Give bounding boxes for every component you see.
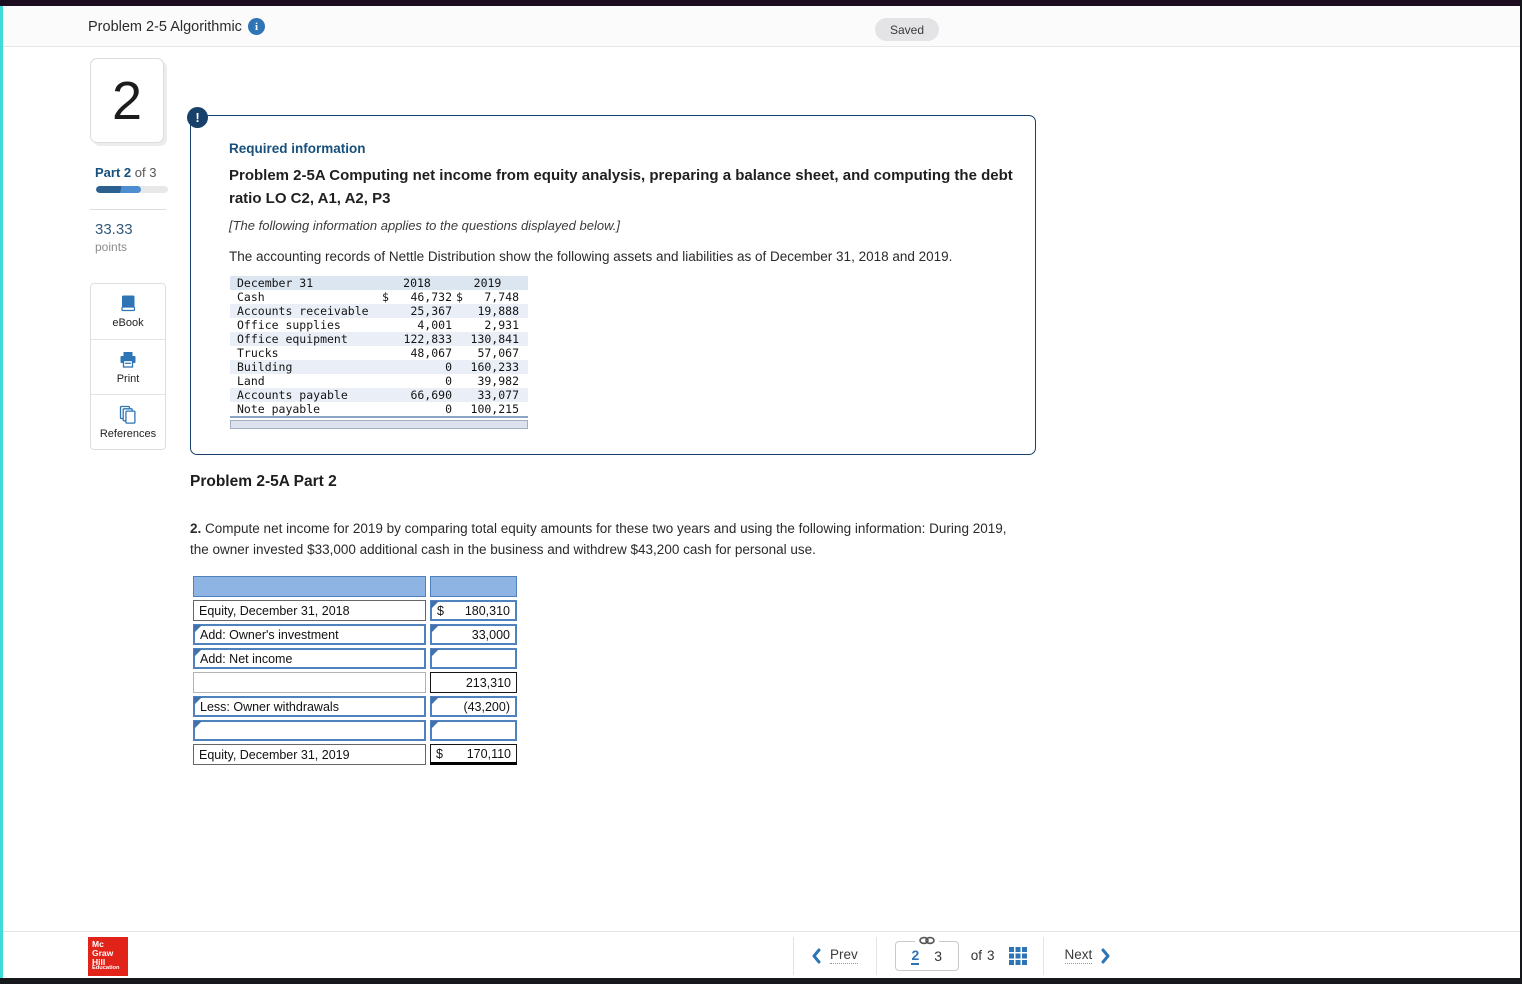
worksheet-label-cell: Equity, December 31, 2018 [193,600,426,621]
input-marker-icon [431,649,439,657]
part-section-heading: Problem 2-5A Part 2 [190,473,337,490]
pagination-nav: Prev 2 3 of 3 Next [793,932,1111,979]
left-accent-edge [0,6,3,978]
input-marker-icon [431,697,439,705]
input-marker-icon [431,601,439,609]
linked-page[interactable]: 3 [934,948,942,964]
worksheet-label-cell[interactable]: Add: Net income [193,648,426,669]
worksheet-grid: Equity, December 31, 2018 $180,310 Add: Ow… [193,576,517,765]
book-icon [118,294,138,314]
grid-view-icon[interactable] [1008,946,1027,965]
nav-divider [793,936,794,975]
worksheet-value-cell[interactable] [430,648,517,669]
worksheet-value-cell[interactable]: (43,200) [430,696,517,717]
worksheet-label-cell: Equity, December 31, 2019 [193,744,426,765]
worksheet-label-cell[interactable]: Add: Owner's investment [193,624,426,645]
worksheet-label-cell[interactable] [193,720,426,741]
points-label: points [95,240,128,254]
current-page[interactable]: 2 [911,947,920,965]
tool-label: References [99,427,157,440]
worksheet-value-cell[interactable]: 33,000 [430,624,517,645]
accounting-row: Accounts payable 66,690 33,077 [230,388,528,402]
page: Problem 2-5 Algorithmic i Saved 2 Part 2… [0,0,1522,984]
nav-divider [875,936,877,975]
page-count: of 3 [970,948,995,963]
input-marker-icon [194,649,202,657]
worksheet-header-value-cell [430,576,517,597]
chevron-right-icon [1101,948,1111,964]
question-number: 2 [111,70,143,131]
accounting-table: December 31 2018 2019 Cash $46,732 $7,748 A… [230,276,528,418]
accounting-row: Office equipment 122,833 130,841 [230,332,528,346]
input-marker-icon [194,625,202,633]
input-marker-icon [194,697,202,705]
worksheet-value-cell: $170,110 [430,744,517,765]
top-window-edge [0,0,1522,6]
problem-title: Problem 2-5A Computing net income from e… [229,167,1013,208]
sidebar-tools: eBook Print References [90,283,166,450]
assignment-title: Problem 2-5 Algorithmic [88,19,242,35]
worksheet-value-cell[interactable]: $180,310 [430,600,517,621]
next-label: Next [1064,947,1093,964]
info-icon[interactable]: i [248,18,265,35]
footer: Mc Graw Hill Education Prev 2 3 of 3 Nex… [3,931,1520,978]
accounting-row: Land 0 39,982 [237,374,519,388]
link-icon [914,935,939,945]
required-info-heading: Required information [229,141,366,156]
bottom-window-edge [0,978,1522,984]
worksheet-header-label-cell [193,576,426,597]
prev-label: Prev [830,947,858,964]
sidebar-tool-references[interactable]: References [91,394,165,449]
input-marker-icon [194,721,202,729]
part-label: Part 2 [95,165,132,180]
next-button[interactable]: Next [1064,947,1112,964]
sidebar-tool-ebook[interactable]: eBook [91,284,165,339]
tool-label: eBook [112,317,144,329]
mcgraw-hill-logo: Mc Graw Hill Education [88,937,128,976]
sidebar-divider [90,209,166,210]
accounting-table-rows: Cash $46,732 $7,748 Accounts receivable 25,3… [230,290,528,416]
worksheet-label-cell [193,672,426,693]
accounting-table-header: December 31 2018 2019 [230,276,528,290]
accounting-row: Building 0 160,233 [230,360,528,374]
pages-icon [118,405,138,425]
progress-bar [96,186,168,193]
accounting-header-2019: 2019 [473,276,502,290]
chevron-left-icon [811,948,821,964]
accounting-header-label: December 31 [237,276,314,290]
question-text: 2. Compute net income for 2019 by compar… [190,521,1007,557]
printer-icon [118,350,138,370]
part-indicator: Part 2 of 3 [95,165,156,180]
accounting-row: Office supplies 4,001 2,931 [237,318,519,332]
question-number-prefix: 2. [190,521,202,536]
input-marker-icon [431,625,439,633]
page-selector[interactable]: 2 3 [894,935,959,971]
sidebar-tool-print[interactable]: Print [91,339,165,394]
saved-button[interactable]: Saved [875,18,940,41]
accounting-row: Note payable 0 100,215 [237,402,519,416]
part-total: of 3 [134,165,157,180]
table-scrollbar[interactable] [230,420,528,429]
problem-body-text: The accounting records of Nettle Distrib… [229,249,953,264]
top-bar: Problem 2-5 Algorithmic i Saved [3,6,1520,47]
alert-icon: ! [187,107,208,128]
worksheet-label-cell[interactable]: Less: Owner withdrawals [193,696,426,717]
applies-note: [The following information applies to th… [229,218,620,233]
question-number-card: 2 [90,58,164,143]
input-marker-icon [431,721,439,729]
accounting-row: Accounts receivable 25,367 19,888 [230,304,528,318]
worksheet-value-cell[interactable] [430,720,517,741]
nav-divider [1042,936,1044,975]
accounting-header-2018: 2018 [403,276,431,290]
required-information-panel: ! Required information Problem 2-5A Comp… [187,107,1036,455]
points-value: 33.33 [95,221,133,238]
accounting-row: Cash $46,732 $7,748 [237,290,519,304]
tool-label: Print [116,372,140,385]
progress-fill [96,186,142,193]
accounting-row: Trucks 48,067 57,067 [237,346,519,360]
prev-button[interactable]: Prev [811,947,858,964]
worksheet-value-cell: 213,310 [430,672,517,693]
